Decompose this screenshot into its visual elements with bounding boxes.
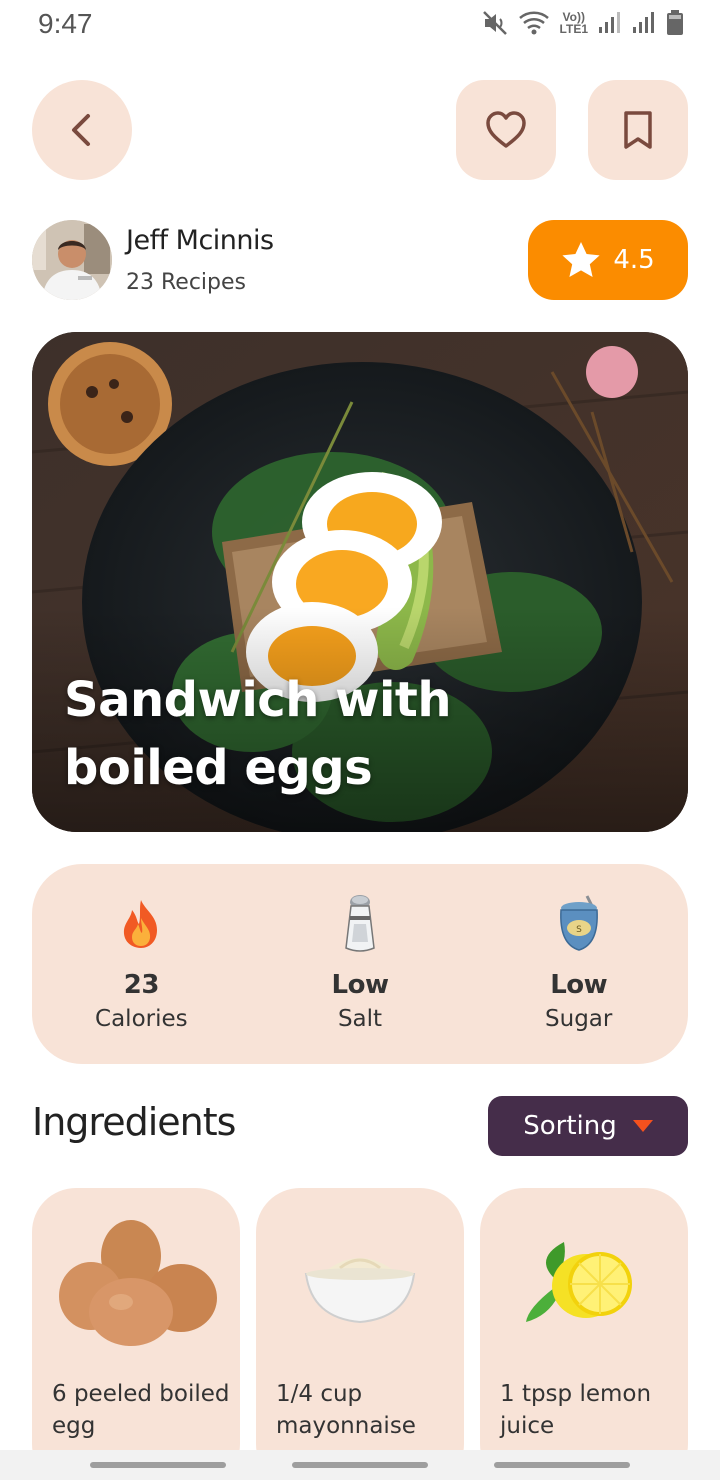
sorting-dropdown[interactable]: Sorting <box>488 1096 688 1156</box>
caret-down-icon <box>632 1120 653 1132</box>
ingredient-label: 6 peeled boiled egg <box>52 1381 230 1440</box>
avatar-photo <box>32 220 112 300</box>
lemon-icon <box>526 1242 632 1322</box>
battery-icon <box>667 10 683 35</box>
sugar-value: Low <box>550 970 608 1000</box>
wifi-icon <box>518 11 549 35</box>
rating-badge: 4.5 <box>528 220 688 300</box>
eggs-icon <box>59 1220 217 1346</box>
back-button[interactable] <box>32 80 132 180</box>
fire-icon <box>124 900 158 948</box>
mayonnaise-bowl-icon <box>304 1258 416 1324</box>
status-time: 9:47 <box>38 8 93 39</box>
mute-icon <box>482 11 507 35</box>
ingredients-title: Ingredients <box>32 1100 236 1144</box>
star-icon <box>562 242 600 277</box>
nutrition-calories: 23 Calories <box>32 864 251 1064</box>
nav-pill[interactable] <box>292 1462 428 1468</box>
ingredient-card[interactable]: 1 tpsp lemon juice <box>480 1188 688 1480</box>
recipe-hero-image[interactable]: Sandwich with boiled eggs <box>32 332 688 832</box>
network-label: Vo)) LTE1 <box>559 10 588 36</box>
author-info[interactable]: Jeff Mcinnis 23 Recipes <box>32 220 274 300</box>
status-icons: Vo)) LTE1 <box>482 10 684 36</box>
signal-icon-2 <box>633 12 654 33</box>
author-name[interactable]: Jeff Mcinnis <box>126 225 274 256</box>
rating-value: 4.5 <box>613 245 655 275</box>
avatar[interactable] <box>32 220 112 300</box>
nutrition-salt: Low Salt <box>251 864 470 1064</box>
nav-pill[interactable] <box>494 1462 630 1468</box>
bookmark-icon <box>624 111 652 149</box>
calories-value: 23 <box>123 970 160 1000</box>
ingredient-card[interactable]: 6 peeled boiled egg <box>32 1188 240 1480</box>
bookmark-button[interactable] <box>588 80 688 180</box>
ingredient-label: 1 tpsp lemon juice <box>500 1381 652 1440</box>
chevron-left-icon <box>72 114 90 146</box>
recipe-count: 23 Recipes <box>126 270 246 295</box>
sugar-jar-icon: S <box>559 895 598 951</box>
status-bar: 9:47 Vo)) LTE1 <box>0 0 720 50</box>
svg-text:S: S <box>576 925 582 935</box>
nutrition-card: 23 Calories Low Salt S Low Sugar <box>32 864 688 1064</box>
ingredient-label: 1/4 cup mayonnaise <box>276 1381 416 1440</box>
salt-value: Low <box>331 970 389 1000</box>
favorite-button[interactable] <box>456 80 556 180</box>
calories-label: Calories <box>95 1006 188 1032</box>
nutrition-sugar: S Low Sugar <box>469 864 688 1064</box>
sorting-label: Sorting <box>523 1111 617 1141</box>
nav-pill[interactable] <box>90 1462 226 1468</box>
system-nav-bar <box>0 1450 720 1480</box>
ingredient-card[interactable]: 1/4 cup mayonnaise <box>256 1188 464 1480</box>
recipe-title: Sandwich with boiled eggs <box>64 671 452 796</box>
salt-label: Salt <box>337 1006 383 1032</box>
heart-icon <box>486 111 526 148</box>
salt-shaker-icon <box>345 895 375 952</box>
signal-icon <box>599 12 620 33</box>
sugar-label: Sugar <box>545 1006 613 1032</box>
